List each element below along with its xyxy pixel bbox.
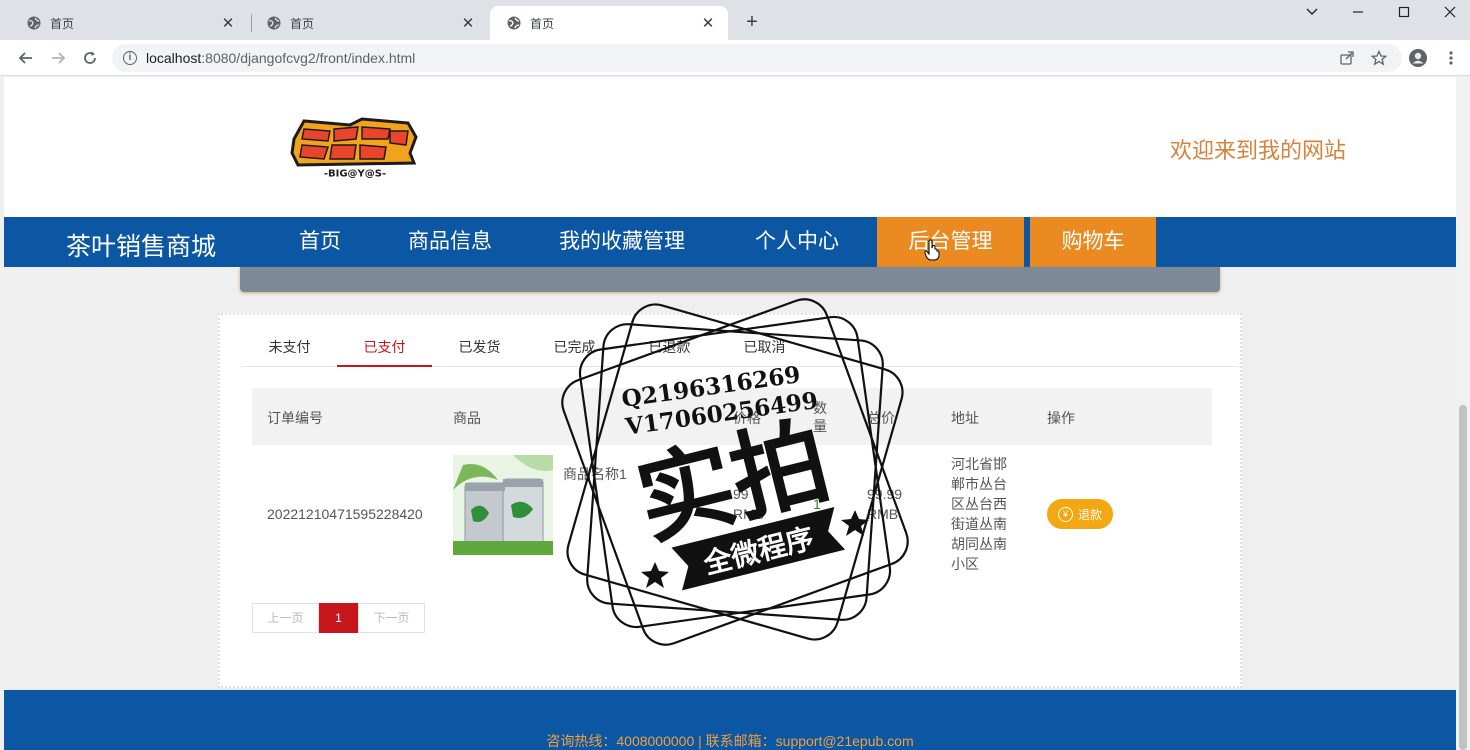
address-bar[interactable]: i localhost:8080/djangofcvg2/front/index…: [112, 44, 1402, 72]
col-total: 总价: [867, 410, 895, 426]
order-number: 20221210471595228420: [267, 506, 423, 522]
close-tab-icon[interactable]: ✕: [220, 14, 236, 32]
bookmark-star-icon[interactable]: [1369, 48, 1389, 68]
site-info-icon[interactable]: i: [123, 51, 137, 65]
new-tab-button[interactable]: +: [742, 12, 762, 32]
site-logo[interactable]: -BIG@Y@S-: [290, 117, 420, 183]
browser-tab-1[interactable]: 首页 ✕: [10, 6, 248, 40]
site-header: -BIG@Y@S- 欢迎来到我的网站: [4, 77, 1456, 217]
nav-item-admin[interactable]: 后台管理: [877, 217, 1024, 267]
col-price: 价格: [733, 410, 761, 426]
refund-label: 退款: [1077, 507, 1102, 522]
browser-tab-title: 首页: [290, 16, 315, 31]
order-address: 河北省邯 郸市丛台 区丛台西 街道丛南 胡同丛南 小区: [951, 456, 1007, 572]
share-icon[interactable]: [1337, 48, 1357, 68]
site-footer: 咨询热线：4008000000 | 联系邮箱：support@21epub.co…: [4, 690, 1456, 750]
table-header: 订单编号 商品 价格 数量 总价 地址 操作: [252, 388, 1212, 445]
main-nav: 茶叶销售商城 首页 商品信息 我的收藏管理 个人中心 后台管理 购物车: [4, 217, 1456, 267]
tab-unpaid[interactable]: 未支付: [242, 337, 337, 367]
site-brand[interactable]: 茶叶销售商城: [66, 227, 216, 263]
browser-tabstrip: 首页 ✕ 首页 ✕ 首页 ✕ +: [0, 0, 1470, 40]
col-order-no: 订单编号: [267, 410, 323, 426]
product-image[interactable]: [453, 455, 553, 555]
scrollbar-thumb[interactable]: [1459, 405, 1467, 750]
product-quantity: 1: [813, 496, 821, 512]
close-tab-icon[interactable]: ✕: [460, 14, 476, 32]
tab-refunded[interactable]: 已退款: [622, 337, 717, 367]
back-icon[interactable]: [14, 46, 38, 70]
url-text: localhost:8080/djangofcvg2/front/index.h…: [146, 50, 416, 66]
browser-tab-title: 首页: [50, 16, 75, 31]
nav-item-favorites[interactable]: 我的收藏管理: [534, 217, 710, 267]
page-viewport: -BIG@Y@S- 欢迎来到我的网站 茶叶销售商城 首页 商品信息 我的收藏管理…: [0, 77, 1456, 750]
svg-text:-BIG@Y@S-: -BIG@Y@S-: [324, 169, 386, 180]
close-tab-icon[interactable]: ✕: [700, 14, 716, 32]
tab-search-icon[interactable]: [1289, 2, 1335, 24]
tab-cancelled[interactable]: 已取消: [717, 337, 812, 367]
globe-icon: [267, 16, 281, 30]
nav-item-cart[interactable]: 购物车: [1030, 217, 1156, 267]
tab-paid[interactable]: 已支付: [337, 337, 432, 367]
welcome-text: 欢迎来到我的网站: [1170, 138, 1347, 163]
order-total: 99.99 RMB: [867, 486, 903, 522]
banner-strip: [240, 267, 1220, 292]
tab-completed[interactable]: 已完成: [527, 337, 622, 367]
close-window-icon[interactable]: [1427, 2, 1470, 24]
product-price: 99 RMB: [733, 486, 765, 522]
browser-tab-2[interactable]: 首页 ✕: [250, 6, 488, 40]
col-action: 操作: [1047, 410, 1075, 426]
forward-icon[interactable]: [46, 46, 70, 70]
col-quantity: 数量: [813, 400, 827, 434]
next-page-button[interactable]: 下一页: [358, 603, 425, 633]
minimize-icon[interactable]: [1335, 2, 1381, 24]
order-status-tabs: 未支付 已支付 已发货 已完成 已退款 已取消: [242, 315, 1238, 367]
yen-icon: ¥: [1057, 506, 1073, 522]
pagination: 上一页 1 下一页: [252, 603, 425, 633]
browser-tab-title: 首页: [530, 16, 555, 31]
reload-icon[interactable]: [78, 46, 102, 70]
order-panel: 未支付 已支付 已发货 已完成 已退款 已取消 订单编号 商品 价格 数量 总价…: [218, 313, 1242, 688]
product-name: 商品名称1: [563, 466, 627, 482]
col-product: 商品: [453, 410, 481, 426]
browser-toolbar: i localhost:8080/djangofcvg2/front/index…: [0, 40, 1470, 76]
page-1-button[interactable]: 1: [319, 603, 358, 633]
nav-item-profile[interactable]: 个人中心: [732, 217, 862, 267]
browser-tab-3[interactable]: 首页 ✕: [490, 6, 728, 40]
tab-shipped[interactable]: 已发货: [432, 337, 527, 367]
hand-cursor-icon: [924, 239, 940, 261]
globe-icon: [27, 16, 41, 30]
col-address: 地址: [951, 410, 979, 426]
profile-avatar-icon[interactable]: [1408, 48, 1428, 68]
page-scrollbar[interactable]: [1456, 77, 1470, 750]
menu-kebab-icon[interactable]: [1441, 48, 1461, 68]
nav-item-home[interactable]: 首页: [272, 217, 368, 267]
prev-page-button[interactable]: 上一页: [252, 603, 319, 633]
footer-contact: 咨询热线：4008000000 | 联系邮箱：support@21epub.co…: [546, 733, 914, 749]
nav-item-products[interactable]: 商品信息: [386, 217, 514, 267]
maximize-icon[interactable]: [1381, 2, 1427, 24]
globe-icon: [507, 16, 521, 30]
refund-button[interactable]: ¥ 退款: [1047, 499, 1113, 529]
